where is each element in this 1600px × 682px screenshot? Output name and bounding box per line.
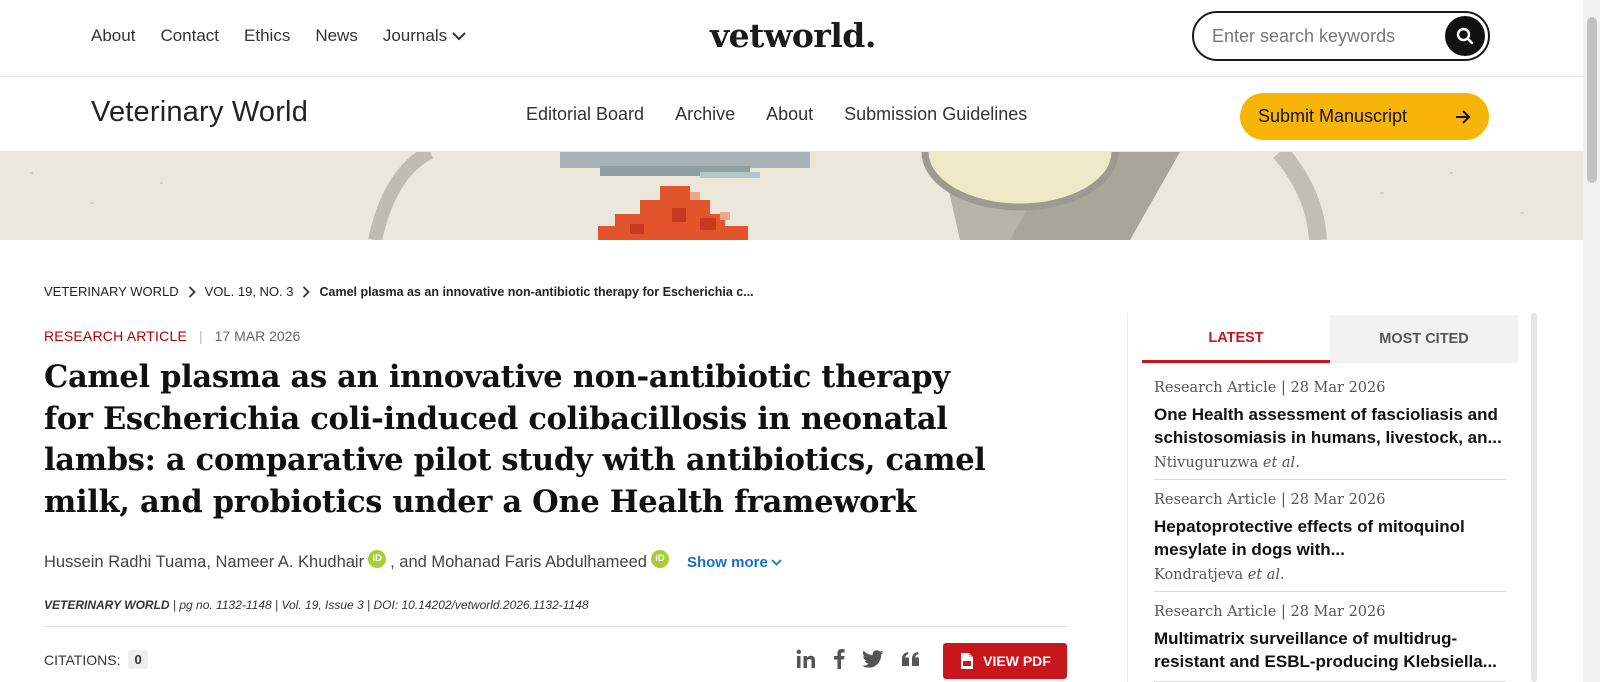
quote-cite-icon[interactable] — [901, 651, 921, 667]
share-toolbar — [796, 648, 921, 669]
view-pdf-label: VIEW PDF — [983, 653, 1051, 669]
tab-latest[interactable]: LATEST — [1142, 315, 1330, 363]
scrollbar-thumb[interactable] — [1587, 17, 1597, 183]
article-type: RESEARCH ARTICLE — [44, 328, 187, 344]
breadcrumb-journal[interactable]: VETERINARY WORLD — [44, 284, 179, 299]
submit-manuscript-button[interactable]: Submit Manuscript — [1240, 93, 1489, 140]
submit-manuscript-label: Submit Manuscript — [1258, 106, 1408, 126]
citation-info: VETERINARY WORLD | pg no. 1132-1148 | Vo… — [44, 598, 589, 612]
hero-banner-image — [0, 152, 1583, 240]
citations-label: CITATIONS: — [44, 651, 121, 668]
orcid-icon[interactable]: iD — [368, 550, 387, 568]
list-item-title[interactable]: One Health assessment of fascioliasis an… — [1154, 403, 1506, 449]
breadcrumb: VETERINARY WORLD VOL. 19, NO. 3 Camel pl… — [44, 284, 754, 299]
meta-divider: | — [198, 328, 203, 344]
search-box — [1192, 11, 1490, 61]
list-item-meta: Research Article | 28 Mar 2026 — [1154, 492, 1386, 508]
list-item-title[interactable]: Multimatrix surveillance of multidrug-re… — [1154, 627, 1506, 673]
list-item[interactable]: Research Article | 28 Mar 2026 Multimatr… — [1154, 604, 1506, 682]
top-header: About Contact Ethics News Journals vetwo… — [0, 0, 1583, 77]
chevron-down-icon — [452, 31, 466, 40]
page-scrollbar[interactable] — [1583, 0, 1600, 682]
list-item[interactable]: Research Article | 28 Mar 2026 One Healt… — [1154, 380, 1506, 480]
article-meta: RESEARCH ARTICLE | 17 MAR 2026 — [44, 328, 300, 344]
section-divider — [44, 626, 1067, 627]
citation-details: | pg no. 1132-1148 | Vol. 19, Issue 3 | … — [169, 598, 589, 612]
tab-most-cited[interactable]: MOST CITED — [1330, 315, 1518, 363]
view-pdf-button[interactable]: VIEW PDF — [943, 643, 1067, 679]
nav-journal-about[interactable]: About — [766, 104, 813, 125]
article-title: Camel plasma as an innovative non-antibi… — [44, 359, 986, 520]
orcid-icon[interactable]: iD — [650, 550, 669, 568]
list-item-author: Ntivuguruzwa et al. — [1154, 455, 1300, 471]
author-list: Hussein Radhi Tuama, Nameer A. Khudhair … — [44, 550, 782, 574]
sidebar-scrollbar[interactable] — [1531, 313, 1537, 682]
articles-sidebar: LATEST MOST CITED Research Article | 28 … — [1127, 313, 1537, 682]
list-item-meta: Research Article | 28 Mar 2026 — [1154, 604, 1386, 620]
list-item-meta: Research Article | 28 Mar 2026 — [1154, 380, 1386, 396]
show-more-label: Show more — [686, 553, 768, 571]
citation-journal: VETERINARY WORLD — [44, 598, 170, 612]
linkedin-icon[interactable] — [796, 649, 816, 669]
journal-nav: Editorial Board Archive About Submission… — [526, 104, 1027, 125]
breadcrumb-current: Camel plasma as an innovative non-antibi… — [319, 284, 754, 299]
top-nav: About Contact Ethics News Journals — [91, 26, 466, 46]
citations-counter: CITATIONS: 0 — [44, 650, 148, 669]
chevron-right-icon — [188, 285, 196, 298]
nav-editorial-board[interactable]: Editorial Board — [526, 104, 644, 125]
show-more-authors-button[interactable]: Show more — [687, 554, 782, 571]
chevron-down-icon — [771, 558, 782, 566]
publication-date: 17 MAR 2026 — [214, 328, 301, 344]
latest-articles-list: Research Article | 28 Mar 2026 One Healt… — [1154, 380, 1506, 682]
citations-count: 0 — [128, 650, 148, 669]
search-icon — [1456, 27, 1474, 45]
list-item[interactable]: Research Article | 28 Mar 2026 Hepatopro… — [1154, 492, 1506, 592]
nav-contact[interactable]: Contact — [160, 26, 219, 46]
journal-header: Veterinary World Editorial Board Archive… — [0, 77, 1583, 152]
twitter-icon[interactable] — [862, 649, 884, 668]
authors-last[interactable]: , and Mohanad Faris Abdulhameed — [390, 553, 647, 572]
sidebar-tabs: LATEST MOST CITED — [1142, 315, 1518, 363]
breadcrumb-issue[interactable]: VOL. 19, NO. 3 — [205, 284, 294, 299]
list-item-title[interactable]: Hepatoprotective effects of mitoquinol m… — [1154, 515, 1506, 561]
facebook-icon[interactable] — [833, 648, 845, 669]
nav-about[interactable]: About — [91, 26, 135, 46]
nav-submission-guidelines[interactable]: Submission Guidelines — [844, 104, 1027, 125]
nav-archive[interactable]: Archive — [675, 104, 735, 125]
nav-news[interactable]: News — [315, 26, 358, 46]
authors-first[interactable]: Hussein Radhi Tuama, Nameer A. Khudhair — [44, 553, 364, 572]
nav-journals-dropdown[interactable]: Journals — [383, 26, 466, 46]
list-item-author: Kondratjeva et al. — [1154, 567, 1285, 583]
journal-title[interactable]: Veterinary World — [91, 96, 308, 129]
search-button[interactable] — [1445, 16, 1485, 56]
arrow-right-icon — [1456, 109, 1471, 124]
chevron-right-icon — [303, 285, 311, 298]
nav-journals-label: Journals — [382, 26, 448, 45]
site-logo[interactable]: vetworld. — [710, 16, 876, 55]
nav-ethics[interactable]: Ethics — [244, 26, 290, 46]
pdf-file-icon — [961, 653, 974, 669]
search-input[interactable] — [1212, 24, 1432, 48]
